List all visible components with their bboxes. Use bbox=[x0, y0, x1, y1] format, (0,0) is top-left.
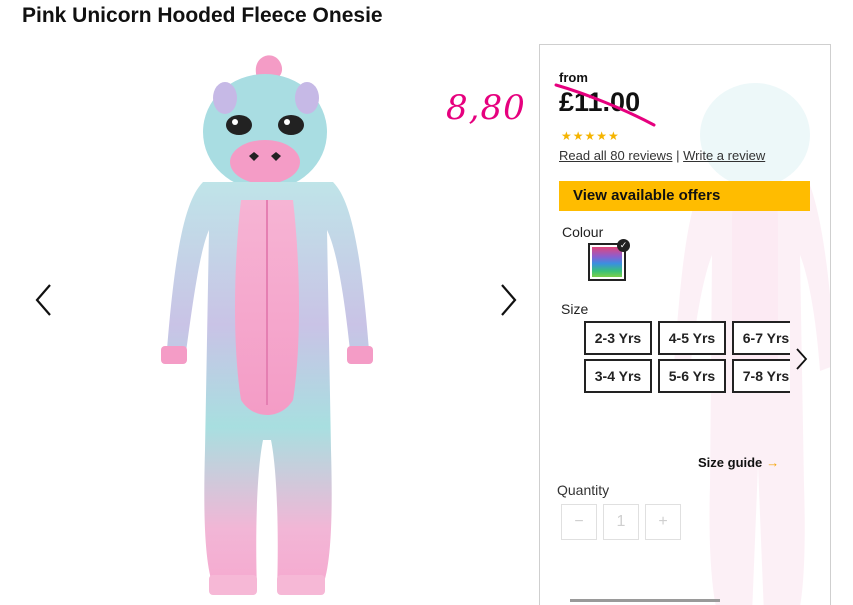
size-option[interactable]: 7-8 Yrs bbox=[732, 359, 790, 393]
colour-swatch[interactable]: ✓ bbox=[588, 239, 630, 281]
quantity-increase-button[interactable]: + bbox=[645, 504, 681, 540]
reviews-separator: | bbox=[676, 148, 680, 163]
swatch-fill bbox=[592, 247, 622, 277]
purchase-panel: from £11.00 ★★★★★ Read all 80 reviews | … bbox=[539, 44, 831, 605]
size-guide-link[interactable]: Size guide → bbox=[698, 455, 779, 470]
read-reviews-link[interactable]: Read all 80 reviews bbox=[559, 148, 672, 163]
rating-stars: ★★★★★ bbox=[561, 129, 620, 143]
size-option[interactable]: 3-4 Yrs bbox=[584, 359, 652, 393]
size-option[interactable]: 6-7 Yrs bbox=[732, 321, 790, 355]
chevron-right-icon bbox=[796, 348, 808, 370]
size-option[interactable]: 4-5 Yrs bbox=[658, 321, 726, 355]
size-option[interactable]: 2-3 Yrs bbox=[584, 321, 652, 355]
size-guide-label: Size guide bbox=[698, 455, 763, 470]
quantity-label: Quantity bbox=[557, 482, 610, 498]
product-image bbox=[161, 55, 373, 595]
size-next-button[interactable] bbox=[794, 347, 808, 371]
carousel-prev-button[interactable] bbox=[32, 282, 56, 318]
quantity-input[interactable]: 1 bbox=[603, 504, 639, 540]
arrow-right-icon: → bbox=[766, 455, 780, 470]
product-title: Pink Unicorn Hooded Fleece Onesie bbox=[22, 4, 383, 27]
size-option[interactable]: 5-6 Yrs bbox=[658, 359, 726, 393]
reviews-links: Read all 80 reviews | Write a review bbox=[559, 148, 765, 163]
chevron-left-icon bbox=[35, 284, 51, 316]
handwritten-price-note: 8,80 bbox=[446, 88, 526, 128]
colour-label: Colour bbox=[562, 224, 604, 240]
write-review-link[interactable]: Write a review bbox=[683, 148, 765, 163]
check-icon: ✓ bbox=[617, 239, 630, 252]
carousel-next-button[interactable] bbox=[496, 282, 520, 318]
view-offers-button[interactable]: View available offers bbox=[559, 181, 810, 211]
size-options: 2-3 Yrs 4-5 Yrs 6-7 Yrs 3-4 Yrs 5-6 Yrs … bbox=[584, 321, 790, 397]
chevron-right-icon bbox=[501, 284, 517, 316]
price-strike-mark bbox=[554, 83, 656, 127]
size-label: Size bbox=[561, 301, 589, 317]
quantity-decrease-button[interactable]: − bbox=[561, 504, 597, 540]
